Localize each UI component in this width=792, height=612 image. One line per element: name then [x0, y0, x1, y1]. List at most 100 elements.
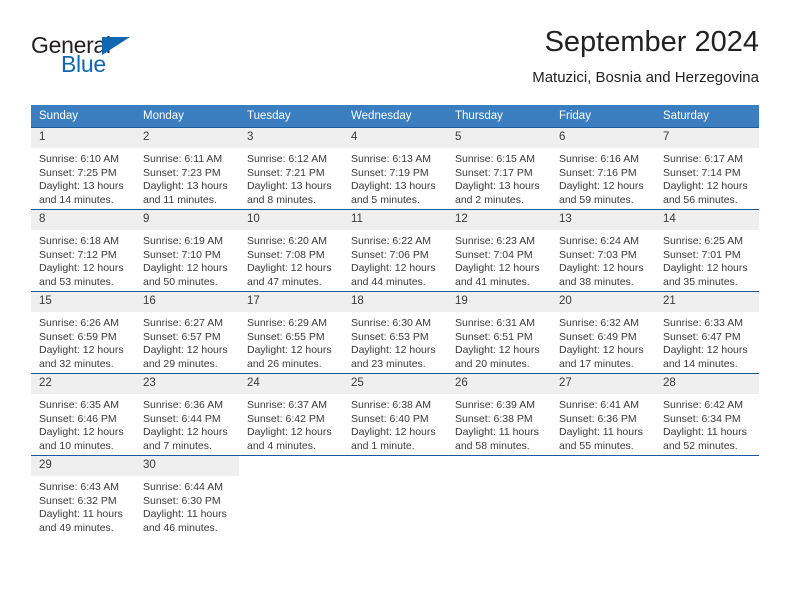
sunset-text: Sunset: 6:38 PM [455, 412, 533, 425]
brand-name-blue: Blue [61, 51, 106, 77]
daylight-text-line2: and 2 minutes. [455, 193, 524, 206]
calendar-day-cell[interactable]: 15 Sunrise: 6:26 AM Sunset: 6:59 PM Dayligh… [31, 291, 135, 373]
sunrise-text: Sunrise: 6:31 AM [455, 317, 535, 329]
calendar-day-cell[interactable]: 23 Sunrise: 6:36 AM Sunset: 6:44 PM Dayligh… [135, 373, 239, 455]
calendar-grid: Sunday Monday Tuesday Wednesday Thursday… [31, 105, 759, 537]
sunrise-text: Sunrise: 6:43 AM [39, 481, 119, 493]
calendar-day-cell-empty [551, 455, 655, 537]
calendar-day-cell[interactable]: 6 Sunrise: 6:16 AM Sunset: 7:16 PM Daylight… [551, 127, 655, 209]
sunrise-text: Sunrise: 6:20 AM [247, 235, 327, 247]
daylight-text-line2: and 14 minutes. [663, 357, 738, 370]
calendar-day-cell[interactable]: 25 Sunrise: 6:38 AM Sunset: 6:40 PM Dayligh… [343, 373, 447, 455]
sunset-text: Sunset: 6:40 PM [351, 412, 429, 425]
daylight-text-line2: and 49 minutes. [39, 521, 114, 534]
calendar-day-cell[interactable]: 11 Sunrise: 6:22 AM Sunset: 7:06 PM Dayligh… [343, 209, 447, 291]
brand-logo[interactable]: General Blue [31, 32, 251, 88]
calendar-day-cell[interactable]: 14 Sunrise: 6:25 AM Sunset: 7:01 PM Dayligh… [655, 209, 759, 291]
calendar-day-cell[interactable]: 4 Sunrise: 6:13 AM Sunset: 7:19 PM Daylight… [343, 127, 447, 209]
page-title: September 2024 [544, 26, 759, 58]
calendar-week-row: 15 Sunrise: 6:26 AM Sunset: 6:59 PM Dayligh… [31, 291, 759, 373]
daylight-text-line1: Daylight: 12 hours [559, 344, 644, 357]
sunset-text: Sunset: 7:14 PM [663, 166, 741, 179]
calendar-day-cell[interactable]: 2 Sunrise: 6:11 AM Sunset: 7:23 PM Daylight… [135, 127, 239, 209]
calendar-week-row: 8 Sunrise: 6:18 AM Sunset: 7:12 PM Daylight… [31, 209, 759, 291]
calendar-day-cell[interactable]: 30 Sunrise: 6:44 AM Sunset: 6:30 PM Dayligh… [135, 455, 239, 537]
calendar-day-cell[interactable]: 1 Sunrise: 6:10 AM Sunset: 7:25 PM Daylight… [31, 127, 135, 209]
sunrise-text: Sunrise: 6:25 AM [663, 235, 743, 247]
day-number [655, 456, 759, 463]
calendar-day-cell[interactable]: 9 Sunrise: 6:19 AM Sunset: 7:10 PM Daylight… [135, 209, 239, 291]
weekday-header-sunday: Sunday [31, 105, 135, 127]
daylight-text-line2: and 20 minutes. [455, 357, 530, 370]
daylight-text-line2: and 29 minutes. [143, 357, 218, 370]
daylight-text-line1: Daylight: 13 hours [455, 180, 540, 193]
sunset-text: Sunset: 7:17 PM [455, 166, 533, 179]
calendar-day-cell[interactable]: 12 Sunrise: 6:23 AM Sunset: 7:04 PM Dayligh… [447, 209, 551, 291]
sunrise-text: Sunrise: 6:22 AM [351, 235, 431, 247]
calendar-week-row: 22 Sunrise: 6:35 AM Sunset: 6:46 PM Dayligh… [31, 373, 759, 455]
sunset-text: Sunset: 6:47 PM [663, 330, 741, 343]
calendar-day-cell[interactable]: 10 Sunrise: 6:20 AM Sunset: 7:08 PM Dayligh… [239, 209, 343, 291]
calendar-day-cell[interactable]: 3 Sunrise: 6:12 AM Sunset: 7:21 PM Daylight… [239, 127, 343, 209]
calendar-day-cell[interactable]: 24 Sunrise: 6:37 AM Sunset: 6:42 PM Dayligh… [239, 373, 343, 455]
calendar-day-cell[interactable]: 13 Sunrise: 6:24 AM Sunset: 7:03 PM Dayligh… [551, 209, 655, 291]
day-number: 21 [655, 292, 759, 312]
day-number [447, 456, 551, 463]
calendar-week-row: 1 Sunrise: 6:10 AM Sunset: 7:25 PM Daylight… [31, 127, 759, 209]
daylight-text-line1: Daylight: 13 hours [143, 180, 228, 193]
day-number: 18 [343, 292, 447, 312]
daylight-text-line2: and 26 minutes. [247, 357, 322, 370]
calendar-day-cell[interactable]: 28 Sunrise: 6:42 AM Sunset: 6:34 PM Dayligh… [655, 373, 759, 455]
calendar-day-cell[interactable]: 16 Sunrise: 6:27 AM Sunset: 6:57 PM Dayligh… [135, 291, 239, 373]
sunset-text: Sunset: 6:51 PM [455, 330, 533, 343]
day-number: 5 [447, 128, 551, 148]
sunrise-text: Sunrise: 6:36 AM [143, 399, 223, 411]
day-number [343, 456, 447, 463]
daylight-text-line2: and 53 minutes. [39, 275, 114, 288]
sunrise-text: Sunrise: 6:16 AM [559, 153, 639, 165]
sunset-text: Sunset: 7:12 PM [39, 248, 117, 261]
calendar-day-cell[interactable]: 21 Sunrise: 6:33 AM Sunset: 6:47 PM Dayligh… [655, 291, 759, 373]
sunrise-text: Sunrise: 6:24 AM [559, 235, 639, 247]
daylight-text-line2: and 35 minutes. [663, 275, 738, 288]
calendar-day-cell[interactable]: 26 Sunrise: 6:39 AM Sunset: 6:38 PM Dayligh… [447, 373, 551, 455]
day-number: 3 [239, 128, 343, 148]
day-number: 17 [239, 292, 343, 312]
day-number: 23 [135, 374, 239, 394]
calendar-day-cell[interactable]: 29 Sunrise: 6:43 AM Sunset: 6:32 PM Dayligh… [31, 455, 135, 537]
sunset-text: Sunset: 6:44 PM [143, 412, 221, 425]
daylight-text-line2: and 59 minutes. [559, 193, 634, 206]
daylight-text-line1: Daylight: 12 hours [351, 262, 436, 275]
daylight-text-line2: and 47 minutes. [247, 275, 322, 288]
sunrise-text: Sunrise: 6:11 AM [143, 153, 223, 165]
daylight-text-line1: Daylight: 12 hours [455, 344, 540, 357]
title-block: September 2024 Matuzici, Bosnia and Herz… [532, 24, 759, 89]
calendar-day-cell[interactable]: 7 Sunrise: 6:17 AM Sunset: 7:14 PM Daylight… [655, 127, 759, 209]
calendar-day-cell-empty [343, 455, 447, 537]
day-number: 6 [551, 128, 655, 148]
calendar-week-row: 29 Sunrise: 6:43 AM Sunset: 6:32 PM Dayligh… [31, 455, 759, 537]
calendar-day-cell[interactable]: 27 Sunrise: 6:41 AM Sunset: 6:36 PM Dayligh… [551, 373, 655, 455]
calendar-day-cell[interactable]: 18 Sunrise: 6:30 AM Sunset: 6:53 PM Dayligh… [343, 291, 447, 373]
sunset-text: Sunset: 7:10 PM [143, 248, 221, 261]
daylight-text-line2: and 17 minutes. [559, 357, 634, 370]
calendar-day-cell[interactable]: 19 Sunrise: 6:31 AM Sunset: 6:51 PM Dayligh… [447, 291, 551, 373]
calendar-day-cell[interactable]: 5 Sunrise: 6:15 AM Sunset: 7:17 PM Daylight… [447, 127, 551, 209]
calendar-day-cell[interactable]: 17 Sunrise: 6:29 AM Sunset: 6:55 PM Dayligh… [239, 291, 343, 373]
day-number: 25 [343, 374, 447, 394]
calendar-day-cell-empty [239, 455, 343, 537]
daylight-text-line1: Daylight: 13 hours [351, 180, 436, 193]
daylight-text-line2: and 44 minutes. [351, 275, 426, 288]
calendar-day-cell[interactable]: 20 Sunrise: 6:32 AM Sunset: 6:49 PM Dayligh… [551, 291, 655, 373]
daylight-text-line1: Daylight: 12 hours [143, 262, 228, 275]
calendar-day-cell[interactable]: 8 Sunrise: 6:18 AM Sunset: 7:12 PM Daylight… [31, 209, 135, 291]
sunrise-text: Sunrise: 6:18 AM [39, 235, 119, 247]
sunset-text: Sunset: 7:01 PM [663, 248, 741, 261]
daylight-text-line1: Daylight: 12 hours [663, 180, 748, 193]
sunset-text: Sunset: 6:59 PM [39, 330, 117, 343]
day-number: 11 [343, 210, 447, 230]
daylight-text-line1: Daylight: 13 hours [39, 180, 124, 193]
daylight-text-line1: Daylight: 12 hours [247, 426, 332, 439]
sunrise-text: Sunrise: 6:32 AM [559, 317, 639, 329]
calendar-day-cell[interactable]: 22 Sunrise: 6:35 AM Sunset: 6:46 PM Dayligh… [31, 373, 135, 455]
